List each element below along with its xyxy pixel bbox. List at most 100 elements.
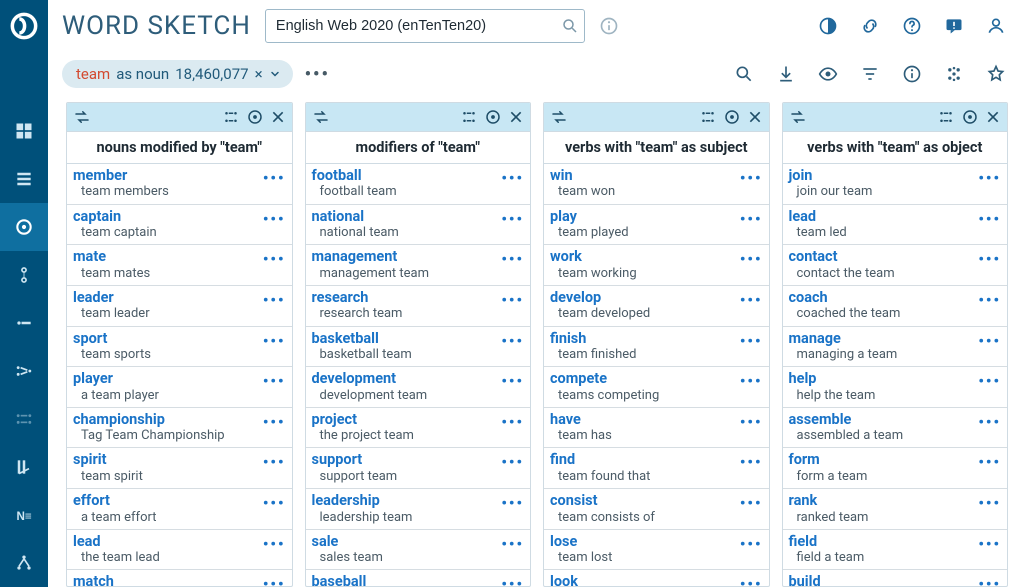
collocate-word[interactable]: join: [789, 167, 873, 184]
collocate-word[interactable]: find: [550, 451, 650, 468]
search-icon[interactable]: [561, 17, 579, 35]
collocate-word[interactable]: lead: [73, 533, 160, 550]
sidebar-item-wordsketch[interactable]: [0, 203, 48, 251]
close-col-icon[interactable]: [270, 109, 286, 125]
collocate-word[interactable]: captain: [73, 208, 157, 225]
swap-icon[interactable]: [312, 108, 330, 126]
visualize-icon[interactable]: [460, 108, 478, 126]
collocate-word[interactable]: form: [789, 451, 868, 468]
collocate-word[interactable]: develop: [550, 289, 650, 306]
row-more-icon[interactable]: •••: [501, 573, 524, 586]
collocate-word[interactable]: project: [312, 411, 414, 428]
corpus-input[interactable]: [265, 9, 585, 43]
row-more-icon[interactable]: •••: [501, 492, 524, 512]
collocate-word[interactable]: contact: [789, 248, 895, 265]
collocate-word[interactable]: manage: [789, 330, 898, 347]
row-more-icon[interactable]: •••: [263, 167, 286, 187]
row-more-icon[interactable]: •••: [740, 451, 763, 471]
download-icon[interactable]: [776, 64, 796, 84]
row-more-icon[interactable]: •••: [501, 533, 524, 553]
row-more-icon[interactable]: •••: [978, 451, 1001, 471]
visualize-icon[interactable]: [937, 108, 955, 126]
row-more-icon[interactable]: •••: [740, 208, 763, 228]
close-col-icon[interactable]: [747, 109, 763, 125]
chip-chevron-down-icon[interactable]: [269, 68, 281, 80]
row-more-icon[interactable]: •••: [501, 411, 524, 431]
row-more-icon[interactable]: •••: [978, 533, 1001, 553]
collocate-word[interactable]: coach: [789, 289, 901, 306]
query-chip[interactable]: team as noun 18,460,077 ×: [62, 60, 293, 88]
collocate-word[interactable]: finish: [550, 330, 636, 347]
close-col-icon[interactable]: [985, 109, 1001, 125]
star-icon[interactable]: [986, 64, 1006, 84]
sidebar-item-sketch-diff[interactable]: [0, 347, 48, 395]
collocate-word[interactable]: consist: [550, 492, 655, 509]
row-more-icon[interactable]: •••: [978, 167, 1001, 187]
collocate-word[interactable]: lead: [789, 208, 847, 225]
more-options-icon[interactable]: •••: [305, 64, 330, 85]
row-more-icon[interactable]: •••: [501, 330, 524, 350]
row-more-icon[interactable]: •••: [978, 330, 1001, 350]
collocate-word[interactable]: sport: [73, 330, 151, 347]
filter-icon[interactable]: [860, 64, 880, 84]
row-more-icon[interactable]: •••: [501, 248, 524, 268]
row-more-icon[interactable]: •••: [740, 167, 763, 187]
circle-icon[interactable]: [723, 108, 741, 126]
feedback-icon[interactable]: [944, 16, 964, 36]
row-more-icon[interactable]: •••: [263, 573, 286, 586]
collocate-word[interactable]: national: [312, 208, 399, 225]
sidebar-item-thesaurus[interactable]: [0, 251, 48, 299]
row-more-icon[interactable]: •••: [740, 492, 763, 512]
sidebar-item-ngrams[interactable]: [0, 443, 48, 491]
collocate-word[interactable]: research: [312, 289, 403, 306]
help-icon[interactable]: [902, 16, 922, 36]
circle-icon[interactable]: [484, 108, 502, 126]
row-more-icon[interactable]: •••: [978, 492, 1001, 512]
sidebar-item-n-e[interactable]: N≡: [0, 491, 48, 539]
row-more-icon[interactable]: •••: [740, 330, 763, 350]
collocate-word[interactable]: mate: [73, 248, 150, 265]
collocate-word[interactable]: assemble: [789, 411, 904, 428]
collocate-word[interactable]: work: [550, 248, 637, 265]
row-more-icon[interactable]: •••: [501, 208, 524, 228]
sidebar-item-sketch-diff-disabled[interactable]: [0, 395, 48, 443]
row-more-icon[interactable]: •••: [978, 573, 1001, 586]
cluster-icon[interactable]: [944, 64, 964, 84]
collocate-word[interactable]: have: [550, 411, 612, 428]
visualize-icon[interactable]: [699, 108, 717, 126]
row-more-icon[interactable]: •••: [978, 208, 1001, 228]
collocate-word[interactable]: play: [550, 208, 629, 225]
collocate-word[interactable]: spirit: [73, 451, 143, 468]
sidebar-item-dashboard[interactable]: [0, 107, 48, 155]
link-icon[interactable]: [860, 16, 880, 36]
row-more-icon[interactable]: •••: [263, 411, 286, 431]
visualize-icon[interactable]: [222, 108, 240, 126]
row-more-icon[interactable]: •••: [501, 451, 524, 471]
row-more-icon[interactable]: •••: [501, 289, 524, 309]
sidebar-item-list[interactable]: [0, 155, 48, 203]
collocate-word[interactable]: member: [73, 167, 169, 184]
collocate-word[interactable]: sale: [312, 533, 383, 550]
circle-icon[interactable]: [246, 108, 264, 126]
row-more-icon[interactable]: •••: [263, 289, 286, 309]
collocate-word[interactable]: leader: [73, 289, 150, 306]
collocate-word[interactable]: lose: [550, 533, 612, 550]
collocate-word[interactable]: look: [550, 573, 646, 586]
contrast-icon[interactable]: [818, 16, 838, 36]
row-more-icon[interactable]: •••: [263, 492, 286, 512]
collocate-word[interactable]: football: [312, 167, 397, 184]
account-icon[interactable]: [986, 16, 1006, 36]
close-col-icon[interactable]: [508, 109, 524, 125]
collocate-word[interactable]: field: [789, 533, 865, 550]
row-more-icon[interactable]: •••: [740, 289, 763, 309]
collocate-word[interactable]: baseball: [312, 573, 402, 586]
row-more-icon[interactable]: •••: [740, 573, 763, 586]
row-more-icon[interactable]: •••: [263, 330, 286, 350]
row-more-icon[interactable]: •••: [263, 208, 286, 228]
collocate-word[interactable]: support: [312, 451, 398, 468]
collocate-word[interactable]: compete: [550, 370, 659, 387]
row-more-icon[interactable]: •••: [501, 167, 524, 187]
collocate-word[interactable]: build: [789, 573, 868, 586]
row-more-icon[interactable]: •••: [740, 248, 763, 268]
eye-icon[interactable]: [818, 64, 838, 84]
